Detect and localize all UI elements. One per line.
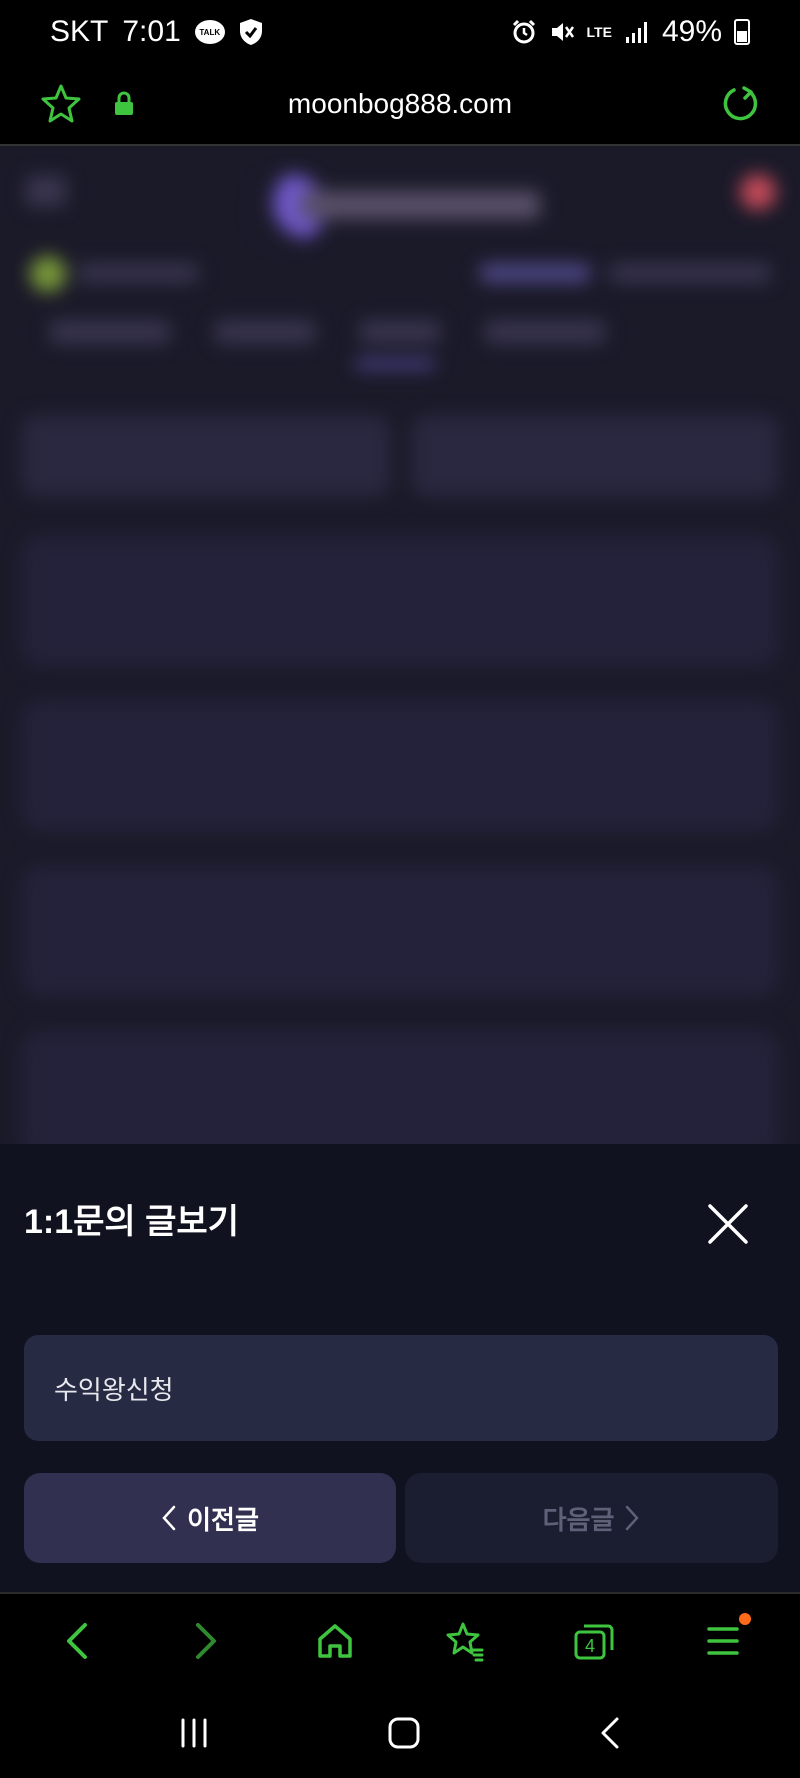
menu-notification-dot [739, 1612, 752, 1625]
bookmarks-icon [446, 1622, 484, 1661]
inquiry-view-sheet: 1:1문의 글보기 수익왕신청 이전글 다음글 [0, 1144, 800, 1592]
blurred-content [0, 146, 800, 1146]
mute-icon [551, 23, 574, 41]
bookmarks-button[interactable] [425, 1601, 505, 1681]
recents-icon[interactable] [177, 1716, 211, 1750]
inquiry-subject[interactable]: 수익왕신청 [24, 1335, 778, 1441]
next-post-button[interactable]: 다음글 [405, 1473, 778, 1563]
forward-button[interactable] [166, 1601, 246, 1681]
status-left: SKT 7:01 TALK [50, 15, 263, 49]
url-bar: moonbog888.com [0, 64, 800, 146]
shield-icon [239, 19, 262, 45]
reload-icon[interactable] [720, 84, 760, 124]
chevron-right-icon [626, 1505, 640, 1531]
chevron-left-icon [162, 1505, 176, 1531]
lock-icon[interactable] [112, 91, 136, 117]
prev-post-button[interactable]: 이전글 [24, 1473, 396, 1563]
menu-button[interactable] [683, 1601, 763, 1681]
talk-notification-icon: TALK [194, 20, 225, 44]
tabs-button[interactable]: 4 [554, 1601, 634, 1681]
carrier-label: SKT [50, 15, 109, 48]
back-button[interactable] [37, 1601, 117, 1681]
browser-toolbar: 4 [0, 1592, 800, 1687]
battery-icon [734, 19, 750, 45]
star-icon[interactable] [40, 83, 82, 125]
forward-icon [195, 1622, 216, 1659]
signal-icon [625, 22, 647, 43]
system-navigation-bar [0, 1687, 800, 1778]
close-icon[interactable] [706, 1202, 750, 1246]
status-bar: SKT 7:01 TALK LTE 49% [0, 0, 800, 64]
sheet-title: 1:1문의 글보기 [24, 1203, 239, 1241]
back-icon [66, 1622, 87, 1659]
next-post-label: 다음글 [542, 1504, 615, 1535]
alarm-icon [512, 19, 535, 44]
tabs-icon: 4 [574, 1624, 614, 1659]
menu-icon [707, 1626, 740, 1655]
clock: 7:01 [122, 15, 181, 48]
prev-post-label: 이전글 [187, 1504, 259, 1535]
battery-percent: 49% [661, 15, 722, 48]
tabs-count: 4 [585, 1636, 595, 1656]
home-button[interactable] [295, 1601, 375, 1681]
blurred-page-background [0, 146, 800, 1146]
network-type: LTE [586, 24, 612, 40]
home-circle-icon[interactable] [386, 1715, 422, 1751]
home-icon [318, 1623, 353, 1658]
status-right: LTE 49% [511, 15, 750, 49]
system-back-icon[interactable] [597, 1715, 623, 1751]
